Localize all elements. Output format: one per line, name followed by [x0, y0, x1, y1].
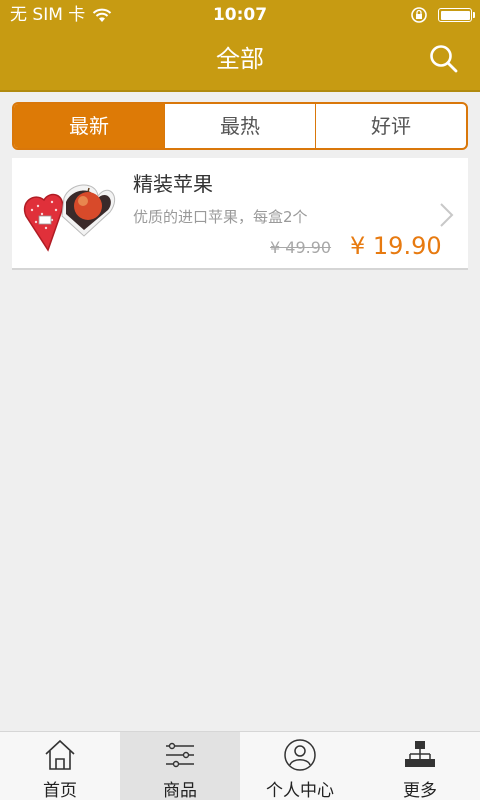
- top-bar: 无 SIM 卡 10:07 全部: [0, 0, 480, 92]
- more-icon: [405, 741, 435, 767]
- nav-profile[interactable]: 个人中心: [240, 732, 360, 800]
- battery-icon: [438, 8, 475, 22]
- tab-best-rated[interactable]: 好评: [315, 104, 466, 148]
- nav-home-label: 首页: [43, 781, 77, 800]
- product-list-item[interactable]: 精装苹果 优质的进口苹果，每盒2个 ¥ 49.90 ¥ 19.90: [12, 158, 468, 270]
- nav-more-label: 更多: [403, 781, 437, 800]
- nav-products-label: 商品: [163, 781, 197, 800]
- user-icon: [284, 739, 316, 771]
- rotation-lock-icon: [411, 7, 427, 23]
- status-bar: 无 SIM 卡 10:07: [0, 0, 480, 30]
- product-description: 优质的进口苹果，每盒2个: [133, 208, 308, 226]
- nav-more[interactable]: 更多: [360, 732, 480, 800]
- search-icon[interactable]: [428, 43, 460, 75]
- home-icon: [45, 739, 75, 770]
- product-original-price: ¥ 49.90: [270, 238, 332, 257]
- nav-products[interactable]: 商品: [120, 732, 240, 800]
- bottom-nav: 首页 商品 个人中心 更多: [0, 731, 480, 800]
- navbar: 全部: [0, 30, 480, 90]
- apple-gift-box-image: [23, 184, 116, 252]
- tab-hottest[interactable]: 最热: [164, 104, 315, 148]
- chevron-right-icon: [440, 203, 454, 227]
- page-title: 全部: [216, 45, 264, 73]
- nav-home[interactable]: 首页: [0, 732, 120, 800]
- product-price: ¥ 19.90: [350, 232, 442, 260]
- list-icon: [166, 742, 194, 768]
- filter-tabs: 最新 最热 好评: [12, 102, 468, 150]
- status-right: [410, 0, 475, 30]
- tab-newest[interactable]: 最新: [14, 104, 164, 148]
- status-time: 10:07: [212, 5, 268, 25]
- product-name: 精装苹果: [133, 172, 213, 196]
- nav-profile-label: 个人中心: [266, 781, 334, 800]
